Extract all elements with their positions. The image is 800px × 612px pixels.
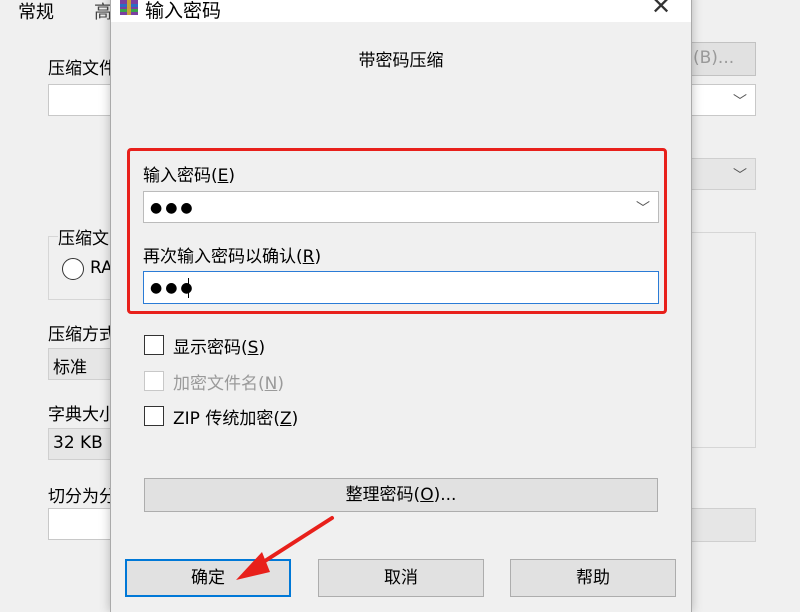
winrar-icon xyxy=(120,0,138,15)
zip-legacy-encryption-label[interactable]: ZIP 传统加密(Z) xyxy=(173,404,298,429)
chevron-down-icon[interactable]: ﹀ xyxy=(733,91,747,111)
format-group-label: 压缩文 xyxy=(58,224,110,249)
cancel-button[interactable]: 取消 xyxy=(318,559,484,597)
tab-general[interactable]: 常规 xyxy=(18,0,54,24)
close-icon[interactable]: ✕ xyxy=(651,0,671,20)
method-value: 标准 xyxy=(53,358,87,378)
archive-name-label: 压缩文件 xyxy=(48,59,110,79)
format-radio-label: RA xyxy=(90,258,110,278)
split-input[interactable] xyxy=(48,508,118,540)
show-password-label[interactable]: 显示密码(S) xyxy=(173,333,265,358)
dialog-titlebar: 输入密码 ✕ xyxy=(111,0,691,22)
chevron-down-icon[interactable]: ﹀ xyxy=(636,198,650,218)
organize-passwords-button[interactable]: 整理密码(O)... xyxy=(144,478,658,512)
ok-button[interactable]: 确定 xyxy=(125,559,291,597)
help-button[interactable]: 帮助 xyxy=(510,559,676,597)
encrypt-filenames-label[interactable]: 加密文件名(N) xyxy=(173,369,284,394)
dictionary-select[interactable]: 32 KB xyxy=(48,428,118,460)
split-label: 切分为分卷 xyxy=(48,487,110,507)
dictionary-value: 32 KB xyxy=(53,433,103,453)
zip-legacy-encryption-checkbox[interactable] xyxy=(144,406,164,426)
dialog-title: 输入密码 xyxy=(145,0,222,22)
enter-password-field[interactable]: ●●● ﹀ xyxy=(143,191,659,223)
enter-password-label: 输入密码(E) xyxy=(143,166,236,186)
format-radio[interactable] xyxy=(62,258,84,280)
confirm-password-field[interactable]: ●●● xyxy=(143,271,659,304)
browse-button-label: (B)... xyxy=(693,48,735,68)
text-caret xyxy=(188,278,189,298)
archive-name-input[interactable] xyxy=(48,84,118,116)
tab-advanced[interactable]: 高 xyxy=(94,0,110,24)
dictionary-label: 字典大小 xyxy=(48,405,110,425)
confirm-password-label: 再次输入密码以确认(R) xyxy=(143,247,322,267)
encrypt-filenames-checkbox[interactable] xyxy=(144,371,164,391)
password-dialog: 输入密码 ✕ 带密码压缩 输入密码(E) ●●● ﹀ 再次输入密码以确认(R) … xyxy=(110,0,692,612)
show-password-checkbox[interactable] xyxy=(144,335,164,355)
chevron-down-icon[interactable]: ﹀ xyxy=(733,165,747,185)
enter-password-value: ●●● xyxy=(150,200,196,216)
dialog-subtitle: 带密码压缩 xyxy=(358,51,444,71)
method-label: 压缩方式 xyxy=(48,325,110,345)
method-select[interactable]: 标准 xyxy=(48,348,118,380)
